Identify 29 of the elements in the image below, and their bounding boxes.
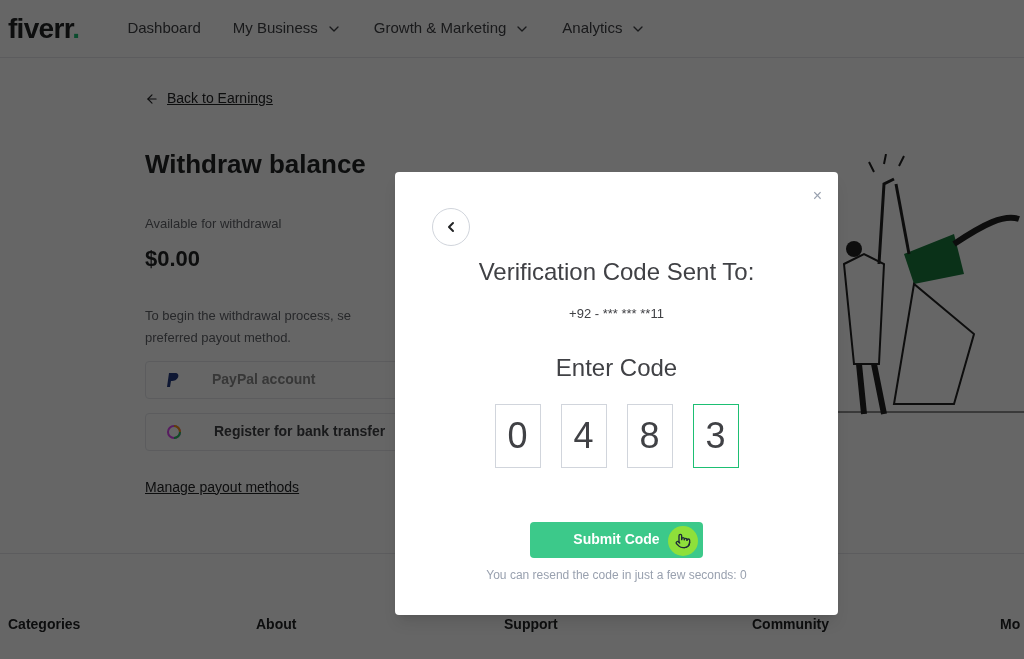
balance-amount: $0.00	[145, 244, 202, 273]
footer-heading: About	[256, 615, 298, 634]
submit-code-button[interactable]: Submit Code	[530, 521, 703, 558]
available-label: Available for withdrawal	[145, 215, 283, 233]
footer-heading: Community	[752, 615, 830, 634]
footer-heading: Mo	[1000, 615, 1021, 634]
ring-icon	[166, 423, 182, 440]
nav-item[interactable]: Growth & Marketing	[373, 17, 531, 40]
logo[interactable]: fiverr.	[8, 7, 80, 50]
footer-heading: Categories	[8, 615, 82, 634]
dialog-title: Verification Code Sent To:	[478, 257, 755, 287]
nav-item[interactable]: Dashboard	[127, 17, 201, 40]
back-link[interactable]: Back to Earnings	[145, 88, 420, 109]
code-digit-input[interactable]: 4	[560, 403, 607, 468]
code-digit-input[interactable]: 0	[494, 403, 541, 468]
close-button[interactable]: ×	[812, 184, 822, 208]
hand-pointer-icon	[675, 532, 691, 549]
masked-phone: +92 - *** *** **11	[569, 305, 664, 323]
footer-heading: Support	[504, 615, 559, 634]
code-digit-input[interactable]: 8	[626, 403, 673, 468]
code-digit-input[interactable]: 3	[692, 403, 739, 468]
arrow-left-icon	[145, 91, 159, 106]
intro-text: To begin the withdrawal process, se preferred payout method.	[145, 306, 352, 347]
paypal-icon	[166, 371, 180, 388]
page-title: Withdraw balance	[145, 148, 367, 181]
nav-item[interactable]: Analytics	[562, 17, 647, 40]
nav-item[interactable]: My Business	[232, 17, 342, 40]
resend-note: You can resend the code in just a few seconds: 0	[486, 566, 747, 584]
enter-code-label: Enter Code	[555, 352, 678, 383]
